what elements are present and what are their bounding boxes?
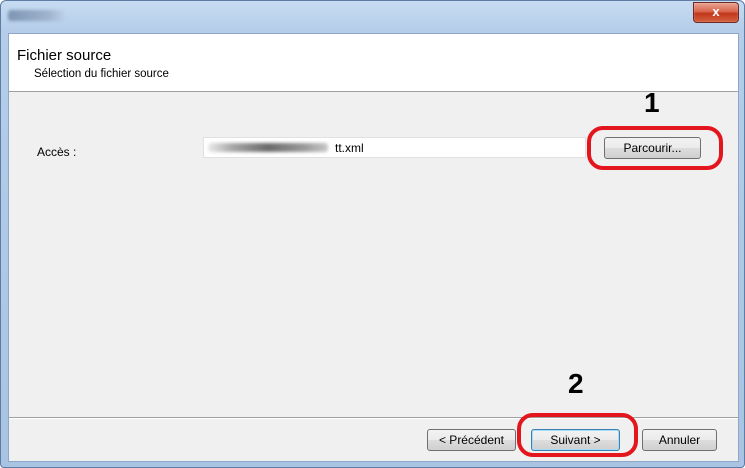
title-bar[interactable]: x	[1, 1, 744, 33]
annotation-number-2: 2	[568, 368, 584, 399]
cancel-button[interactable]: Annuler	[642, 429, 717, 451]
path-redacted	[208, 143, 328, 152]
path-value-suffix: tt.xml	[335, 141, 364, 155]
window-title-redacted	[8, 10, 66, 21]
back-button[interactable]: < Précédent	[427, 429, 516, 451]
close-icon: x	[712, 4, 720, 19]
path-label: Accès :	[37, 145, 77, 159]
path-input[interactable]: tt.xml	[203, 137, 586, 158]
page-title: Fichier source	[17, 47, 112, 64]
dialog-client-area: Fichier source Sélection du fichier sour…	[8, 33, 739, 462]
annotation-number-1: 1	[644, 87, 660, 118]
close-button[interactable]: x	[693, 2, 739, 23]
page-subtitle: Sélection du fichier source	[34, 68, 169, 80]
dialog-window: x Fichier source Sélection du fichier so…	[0, 0, 745, 468]
next-button[interactable]: Suivant >	[531, 429, 620, 451]
browse-button[interactable]: Parcourir...	[604, 137, 701, 159]
footer-divider	[9, 417, 738, 419]
wizard-header: Fichier source Sélection du fichier sour…	[9, 34, 738, 92]
